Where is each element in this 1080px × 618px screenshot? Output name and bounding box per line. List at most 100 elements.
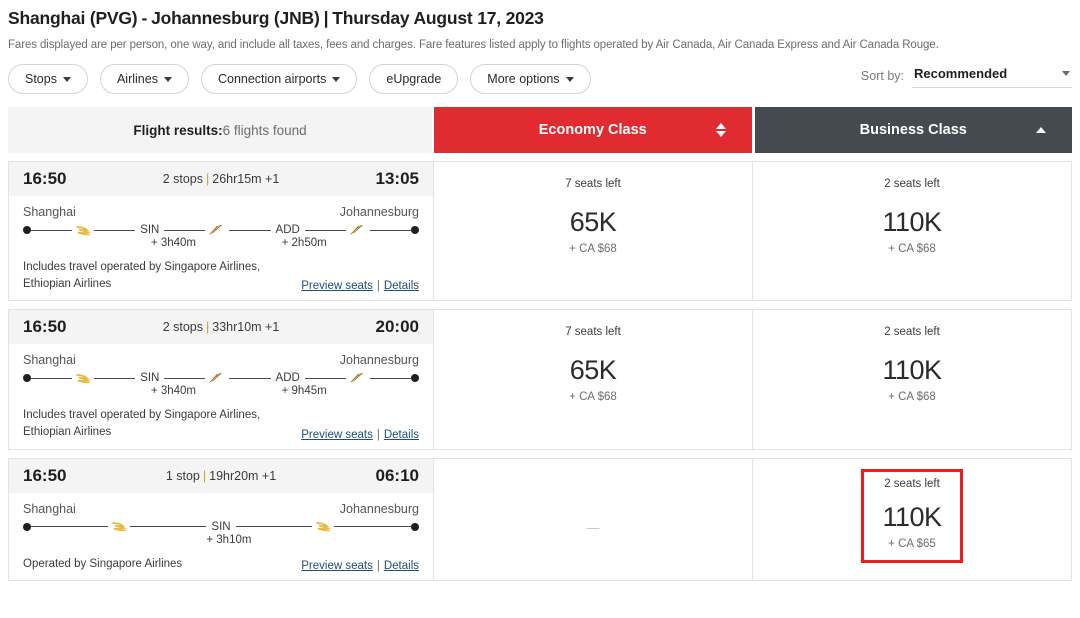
business-fare-cell[interactable]: 2 seats left 110K + CA $68 — [752, 310, 1071, 449]
flight-results-value: 6 flights found — [222, 122, 307, 138]
economy-fare-cell[interactable]: 7 seats left 65K + CA $68 — [433, 162, 752, 301]
ethiopian-airlines-logo-icon — [205, 372, 229, 384]
business-class-label: Business Class — [859, 122, 967, 138]
stop-code: ADD — [275, 372, 300, 385]
origin-city: Shanghai — [23, 353, 76, 368]
flight-results-count: Flight results: 6 flights found — [8, 107, 432, 153]
filter-connection-airports-label: Connection airports — [217, 72, 327, 86]
flight-row[interactable]: 16:50 1 stop | 19hr20m +1 06:10 Shanghai Johan… — [8, 457, 1072, 582]
fare-disclaimer: Fares displayed are per person, one way,… — [8, 39, 939, 51]
travel-date: Thursday August 17, 2023 — [332, 8, 544, 28]
layover-row: + 3h40m + 9h45m — [23, 385, 419, 401]
fare-taxes: + CA $68 — [888, 391, 936, 404]
flight-row[interactable]: 16:50 2 stops | 33hr10m +1 20:00 Shanghai Joha… — [8, 309, 1072, 450]
preview-seats-link[interactable]: Preview seats — [301, 280, 373, 292]
link-separator: | — [376, 428, 380, 441]
destination-airport: Johannesburg (JNB) — [151, 8, 320, 28]
filter-eupgrade-label: eUpgrade — [386, 72, 442, 86]
details-link[interactable]: Details — [384, 560, 419, 572]
origin-city: Shanghai — [23, 205, 76, 219]
flight-itinerary: 16:50 2 stops | 33hr10m +1 20:00 Shanghai Joha… — [9, 310, 433, 448]
layover-duration: + 3h40m — [150, 237, 197, 249]
business-fare-cell[interactable]: 2 seats left 110K + CA $65 — [752, 458, 1071, 581]
results-column-headers: Flight results: 6 flights found Economy C… — [8, 107, 1072, 153]
flight-results-label: Flight results: — [133, 122, 223, 138]
city-labels: Shanghai Johannesburg — [23, 502, 419, 516]
separator: | — [206, 320, 210, 335]
seats-left: 2 seats left — [884, 326, 940, 339]
layover-row: + 3h10m — [23, 534, 419, 550]
fare-miles: 110K — [882, 501, 942, 532]
filter-more-options-label: More options — [487, 72, 560, 86]
flight-row[interactable]: 16:50 2 stops | 26hr15m +1 13:05 Shanghai Joha… — [8, 161, 1072, 302]
route-segment — [94, 377, 136, 379]
route-line: SIN — [23, 520, 419, 534]
highlighted-fare[interactable]: 2 seats left 110K + CA $65 — [861, 468, 963, 563]
details-link[interactable]: Details — [384, 429, 419, 441]
link-separator: | — [376, 560, 380, 573]
sort-by-value: Recommended — [914, 66, 1008, 81]
preview-seats-link[interactable]: Preview seats — [301, 429, 373, 441]
route-line: SIN ADD — [23, 223, 420, 237]
stops-and-duration: 1 stop | 19hr20m +1 — [165, 468, 277, 483]
route-segment — [31, 229, 73, 231]
route-segment — [304, 377, 346, 379]
singapore-airlines-logo-icon — [72, 224, 94, 237]
operator-and-links: Operated by Singapore Airlines Preview se… — [9, 550, 433, 581]
fare-miles: 65K — [569, 207, 617, 237]
no-fare-indicator: — — [586, 520, 600, 536]
filter-airlines-button[interactable]: Airlines — [99, 64, 189, 94]
preview-seats-link[interactable]: Preview seats — [301, 560, 373, 572]
fare-taxes: + CA $68 — [569, 243, 617, 255]
origin-city: Shanghai — [23, 501, 76, 516]
departure-time: 16:50 — [23, 317, 67, 337]
singapore-airlines-logo-icon — [72, 372, 94, 385]
stop-code: ADD — [275, 224, 300, 236]
fare-taxes: + CA $65 — [888, 537, 936, 550]
route-segment — [369, 377, 412, 379]
destination-dot — [410, 522, 419, 531]
destination-city: Johannesburg — [339, 501, 419, 516]
chevron-down-icon — [565, 76, 574, 82]
arrival-time: 06:10 — [375, 465, 419, 485]
details-link[interactable]: Details — [384, 280, 419, 292]
seats-left: 7 seats left — [565, 326, 621, 339]
economy-fare-cell: — — [433, 458, 752, 581]
route-segment — [164, 229, 206, 231]
title-separator: | — [323, 8, 329, 28]
arrow-up-icon — [1036, 127, 1046, 133]
business-fare-cell[interactable]: 2 seats left 110K + CA $68 — [752, 162, 1071, 301]
row-links: Preview seats | Details — [301, 429, 419, 441]
route-segment — [31, 526, 108, 528]
departure-time: 16:50 — [23, 169, 67, 188]
filter-more-options-button[interactable]: More options — [470, 64, 591, 94]
operated-by-text: Includes travel operated by Singapore Ai… — [23, 409, 261, 439]
filter-airlines-label: Airlines — [116, 72, 158, 86]
filter-stops-button[interactable]: Stops — [8, 64, 88, 94]
stops-and-duration: 2 stops | 33hr10m +1 — [162, 320, 280, 335]
arrow-down-icon — [715, 131, 726, 137]
destination-city: Johannesburg — [339, 353, 419, 368]
row-links: Preview seats | Details — [301, 280, 419, 292]
business-class-header[interactable]: Business Class — [754, 107, 1072, 153]
sort-updown-icon[interactable] — [715, 123, 726, 137]
route-segment — [304, 229, 346, 231]
layover-duration: + 3h40m — [150, 385, 197, 398]
sort-by-select[interactable]: Recommended — [912, 64, 1072, 88]
arrival-time: 20:00 — [375, 317, 419, 337]
economy-fare-cell[interactable]: 7 seats left 65K + CA $68 — [433, 310, 752, 449]
economy-class-header[interactable]: Economy Class — [434, 107, 752, 153]
origin-dot — [23, 522, 31, 531]
chevron-down-icon — [1062, 71, 1070, 76]
layover-duration: + 3h10m — [206, 533, 252, 546]
route-diagram: Shanghai Johannesburg SIN + 3h10m — [9, 493, 433, 550]
filter-eupgrade-button[interactable]: eUpgrade — [369, 64, 459, 94]
city-labels: Shanghai Johannesburg — [23, 205, 419, 219]
filter-connection-airports-button[interactable]: Connection airports — [200, 64, 358, 94]
flight-times: 16:50 2 stops | 33hr10m +1 20:00 — [9, 310, 433, 345]
route-segment — [164, 377, 206, 379]
origin-airport: Shanghai (PVG) — [8, 8, 138, 28]
sort-up-icon[interactable] — [1036, 127, 1046, 133]
page-header: Shanghai (PVG) - Johannesburg (JNB) | Thursd… — [0, 0, 1080, 51]
route-dash: - — [141, 8, 148, 28]
